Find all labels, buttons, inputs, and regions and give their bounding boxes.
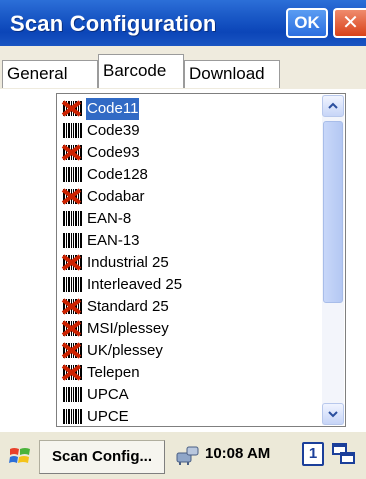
list-item[interactable]: UPCE bbox=[61, 406, 311, 426]
barcode-enabled-icon bbox=[61, 100, 82, 117]
tab-strip: General Barcode Download bbox=[0, 46, 366, 135]
input-panel-number[interactable]: 1 bbox=[302, 442, 324, 466]
barcode-disabled-icon bbox=[63, 387, 82, 402]
chevron-down-icon bbox=[328, 411, 338, 418]
list-item[interactable]: Code128 bbox=[61, 164, 311, 186]
list-item[interactable]: UK/plessey bbox=[61, 340, 311, 362]
window-title: Scan Configuration bbox=[10, 11, 217, 36]
ok-button[interactable]: OK bbox=[286, 8, 328, 38]
barcode-enabled-icon bbox=[61, 298, 82, 315]
barcode-list[interactable]: Code11 Code39 Code93 Code128 Codabar EAN-8 EAN… bbox=[56, 93, 346, 427]
list-item[interactable]: MSI/plessey bbox=[61, 318, 311, 340]
barcode-enabled-icon bbox=[61, 342, 82, 359]
list-item[interactable]: Code11 bbox=[61, 98, 311, 120]
list-item[interactable]: EAN-13 bbox=[61, 230, 311, 252]
list-item[interactable]: Telepen bbox=[61, 362, 311, 384]
barcode-disabled-icon bbox=[63, 233, 82, 248]
barcode-enabled-icon bbox=[61, 254, 82, 271]
barcode-enabled-icon bbox=[61, 144, 82, 161]
list-item-label: Code128 bbox=[87, 166, 148, 183]
barcode-disabled-icon bbox=[63, 409, 82, 424]
list-item-label: Telepen bbox=[87, 364, 140, 381]
taskbar-app-button[interactable]: Scan Config... bbox=[39, 440, 165, 474]
tab-barcode[interactable]: Barcode bbox=[98, 54, 184, 88]
barcode-disabled-icon bbox=[63, 167, 82, 182]
barcode-enabled-icon bbox=[61, 320, 82, 337]
clock: 10:08 AM bbox=[205, 445, 271, 462]
list-item[interactable]: Code39 bbox=[61, 120, 311, 142]
list-item-label: UPCE bbox=[87, 408, 129, 425]
list-item-label: Standard 25 bbox=[87, 298, 169, 315]
list-item-label: Codabar bbox=[87, 188, 145, 205]
list-item-label: UPCA bbox=[87, 386, 129, 403]
device-screen: Scan Configuration OK ✕ General Barcode … bbox=[0, 0, 366, 479]
connection-icon[interactable] bbox=[176, 444, 200, 466]
vertical-scrollbar[interactable] bbox=[322, 95, 344, 425]
list-item-label: MSI/plessey bbox=[87, 320, 169, 337]
list-item[interactable]: Standard 25 bbox=[61, 296, 311, 318]
barcode-panel: Code11 Code39 Code93 Code128 Codabar EAN-8 EAN… bbox=[0, 89, 366, 431]
close-button[interactable]: ✕ bbox=[333, 8, 366, 38]
list-item-label: Code11 bbox=[86, 98, 140, 120]
list-item-label: Industrial 25 bbox=[87, 254, 169, 271]
barcode-disabled-icon bbox=[63, 123, 82, 138]
list-item[interactable]: Industrial 25 bbox=[61, 252, 311, 274]
scroll-up-button[interactable] bbox=[322, 95, 344, 117]
taskbar: Scan Config... 10:08 AM 1 bbox=[0, 431, 366, 479]
scroll-down-button[interactable] bbox=[322, 403, 344, 425]
list-item-label: Interleaved 25 bbox=[87, 276, 183, 293]
list-item-label: Code39 bbox=[87, 122, 140, 139]
chevron-up-icon bbox=[328, 102, 338, 109]
barcode-disabled-icon bbox=[63, 211, 82, 226]
scroll-thumb[interactable] bbox=[323, 121, 343, 303]
list-item[interactable]: EAN-8 bbox=[61, 208, 311, 230]
list-item-label: EAN-13 bbox=[87, 232, 140, 249]
list-item-label: EAN-8 bbox=[87, 210, 132, 227]
list-item[interactable]: Interleaved 25 bbox=[61, 274, 311, 296]
switch-windows-icon[interactable] bbox=[332, 442, 356, 466]
tab-general[interactable]: General bbox=[2, 60, 98, 88]
tab-download[interactable]: Download bbox=[184, 60, 280, 88]
windows-start-icon[interactable] bbox=[8, 444, 32, 468]
list-item[interactable]: Code93 bbox=[61, 142, 311, 164]
list-item-label: Code93 bbox=[87, 144, 140, 161]
list-item-label: UK/plessey bbox=[87, 342, 163, 359]
list-item[interactable]: UPCA bbox=[61, 384, 311, 406]
barcode-disabled-icon bbox=[63, 277, 82, 292]
barcode-enabled-icon bbox=[61, 188, 82, 205]
list-item[interactable]: Codabar bbox=[61, 186, 311, 208]
barcode-enabled-icon bbox=[61, 364, 82, 381]
title-bar: Scan Configuration OK ✕ bbox=[0, 0, 366, 46]
